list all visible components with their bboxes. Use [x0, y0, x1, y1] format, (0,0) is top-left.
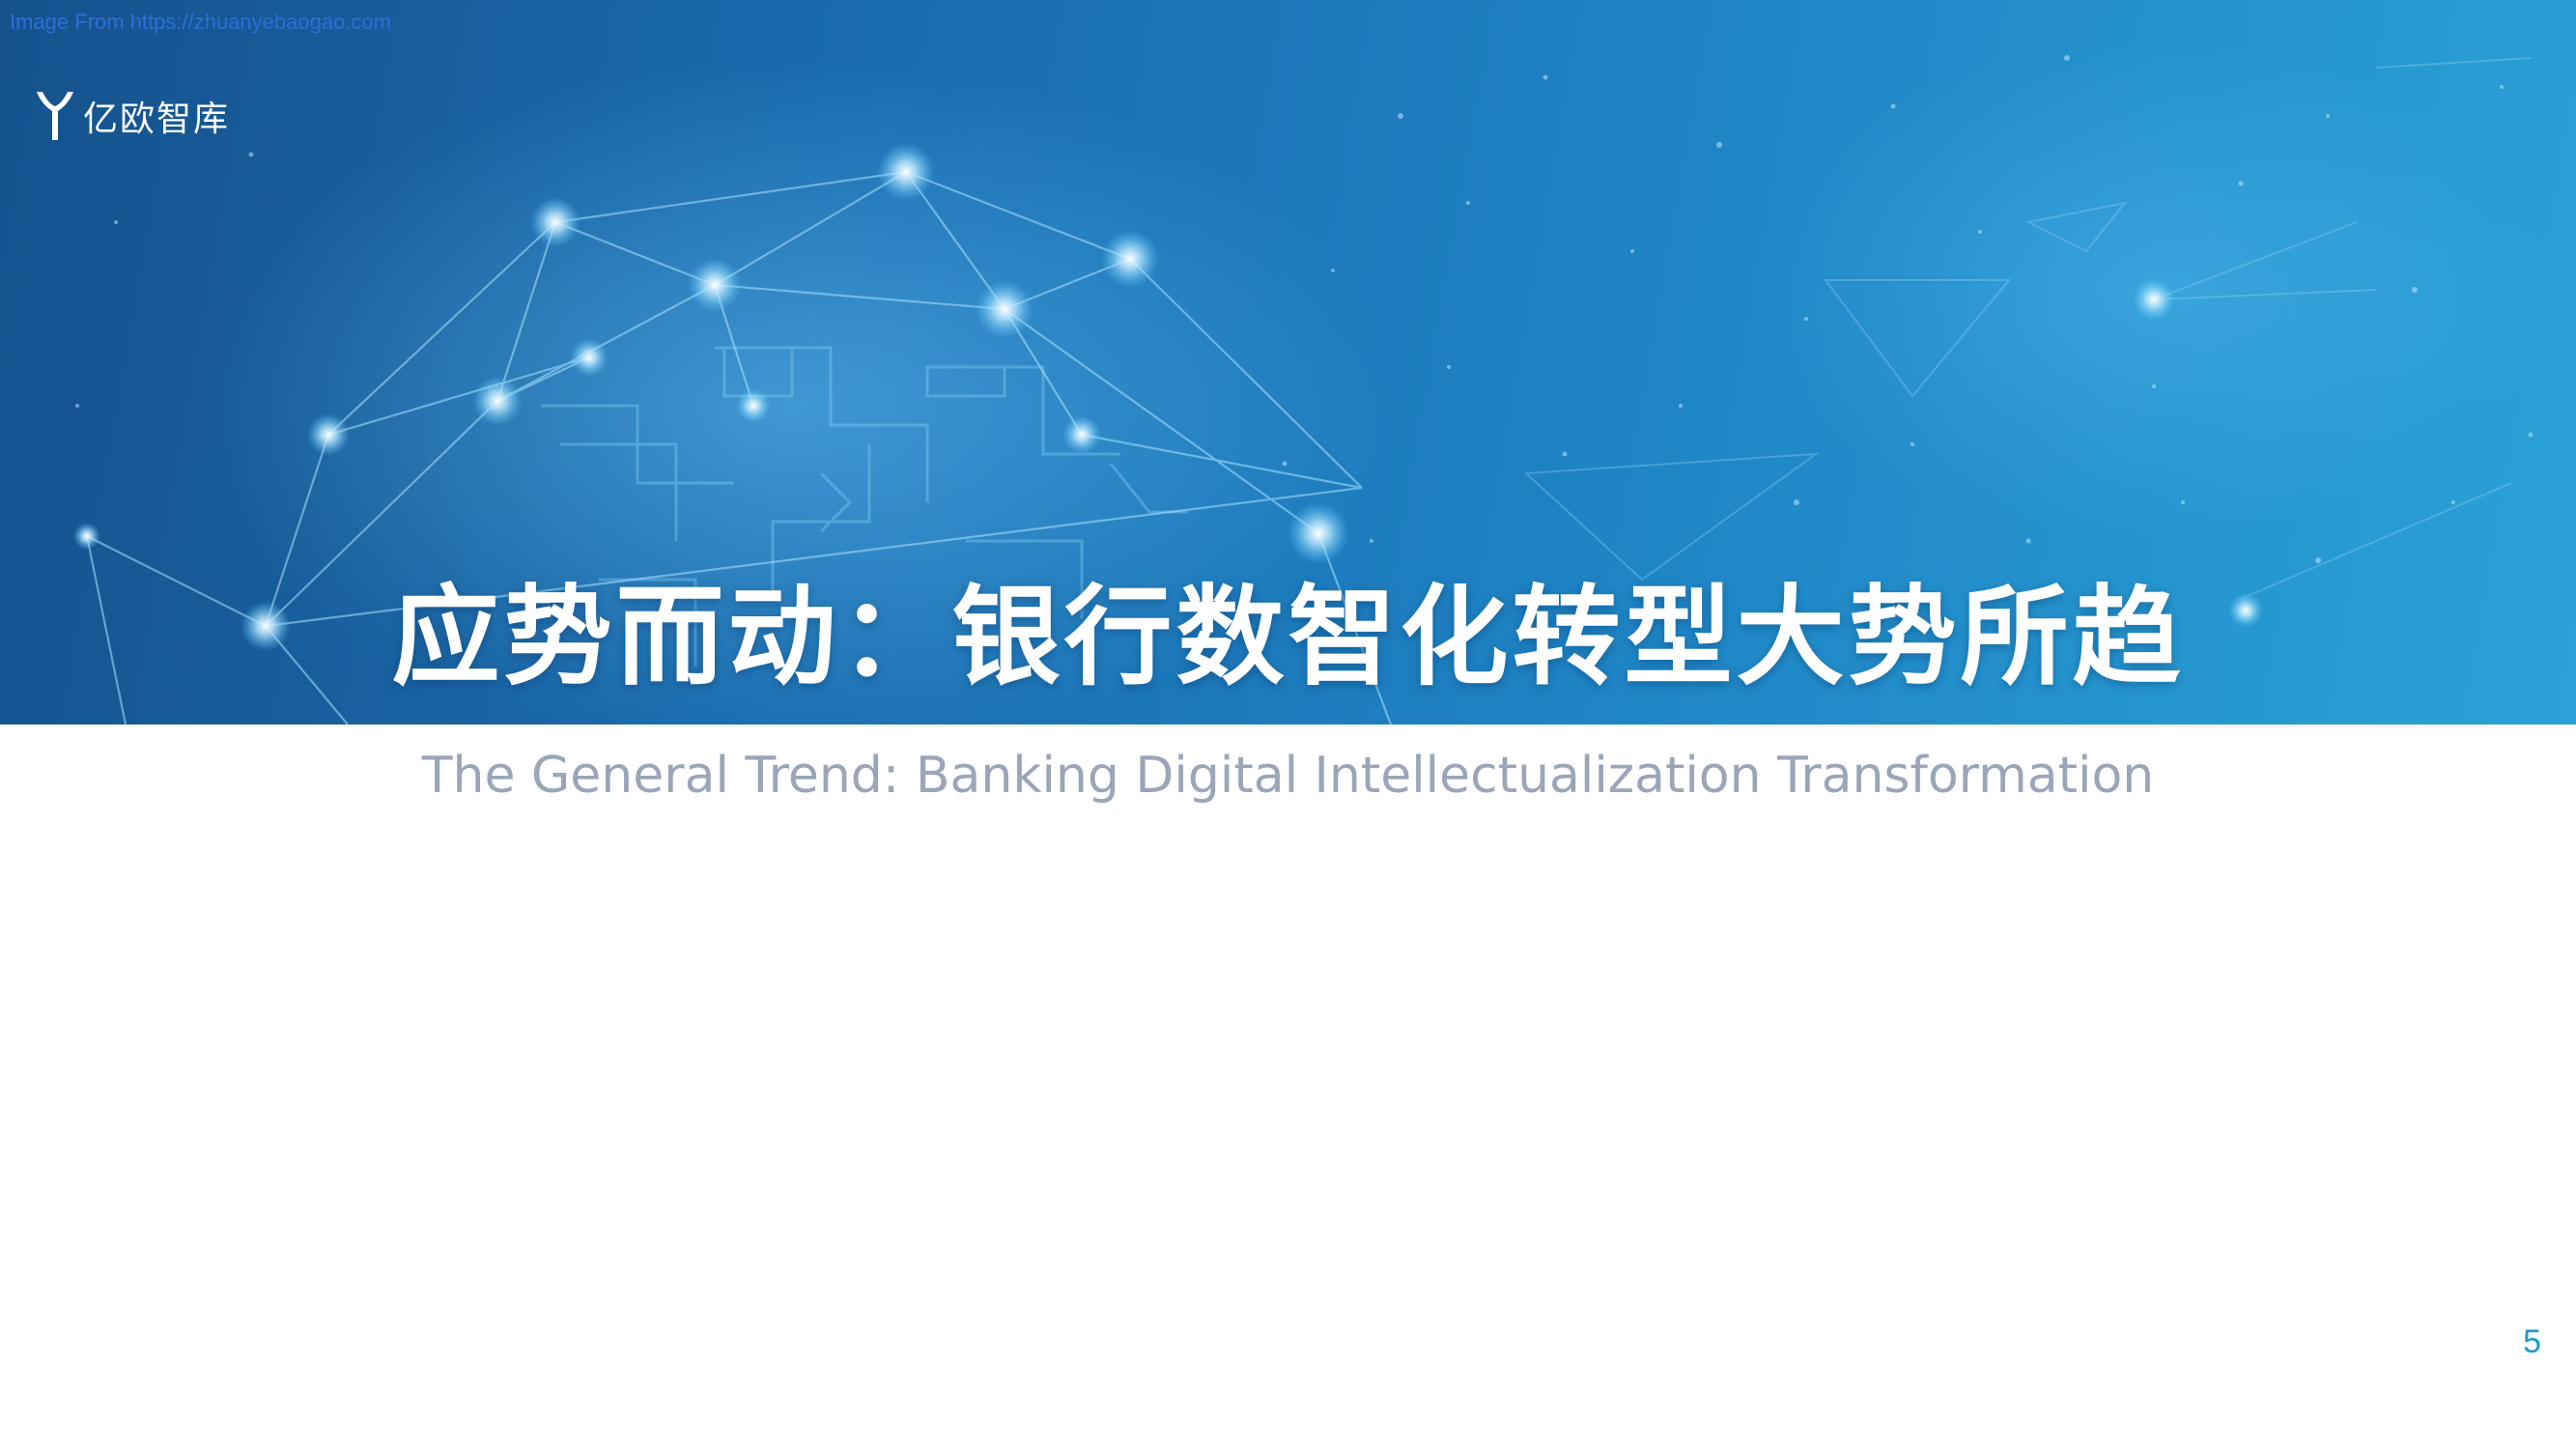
- source-watermark-text: Image From https://zhuanyebaogao.com: [10, 10, 391, 34]
- brand-logo-text: 亿欧智库: [83, 99, 231, 139]
- hero-banner: Image From https://zhuanyebaogao.com 亿欧智…: [0, 0, 2576, 724]
- page-title: 应势而动：银行数智化转型大势所趋: [391, 575, 2185, 700]
- brand-logo: 亿欧智库: [35, 89, 230, 143]
- yiou-y-logo-icon: [37, 92, 73, 140]
- slide-page: Image From https://zhuanyebaogao.com 亿欧智…: [0, 0, 2576, 1449]
- page-subtitle: The General Trend: Banking Digital Intel…: [421, 747, 2155, 805]
- page-number: 5: [2523, 1323, 2541, 1360]
